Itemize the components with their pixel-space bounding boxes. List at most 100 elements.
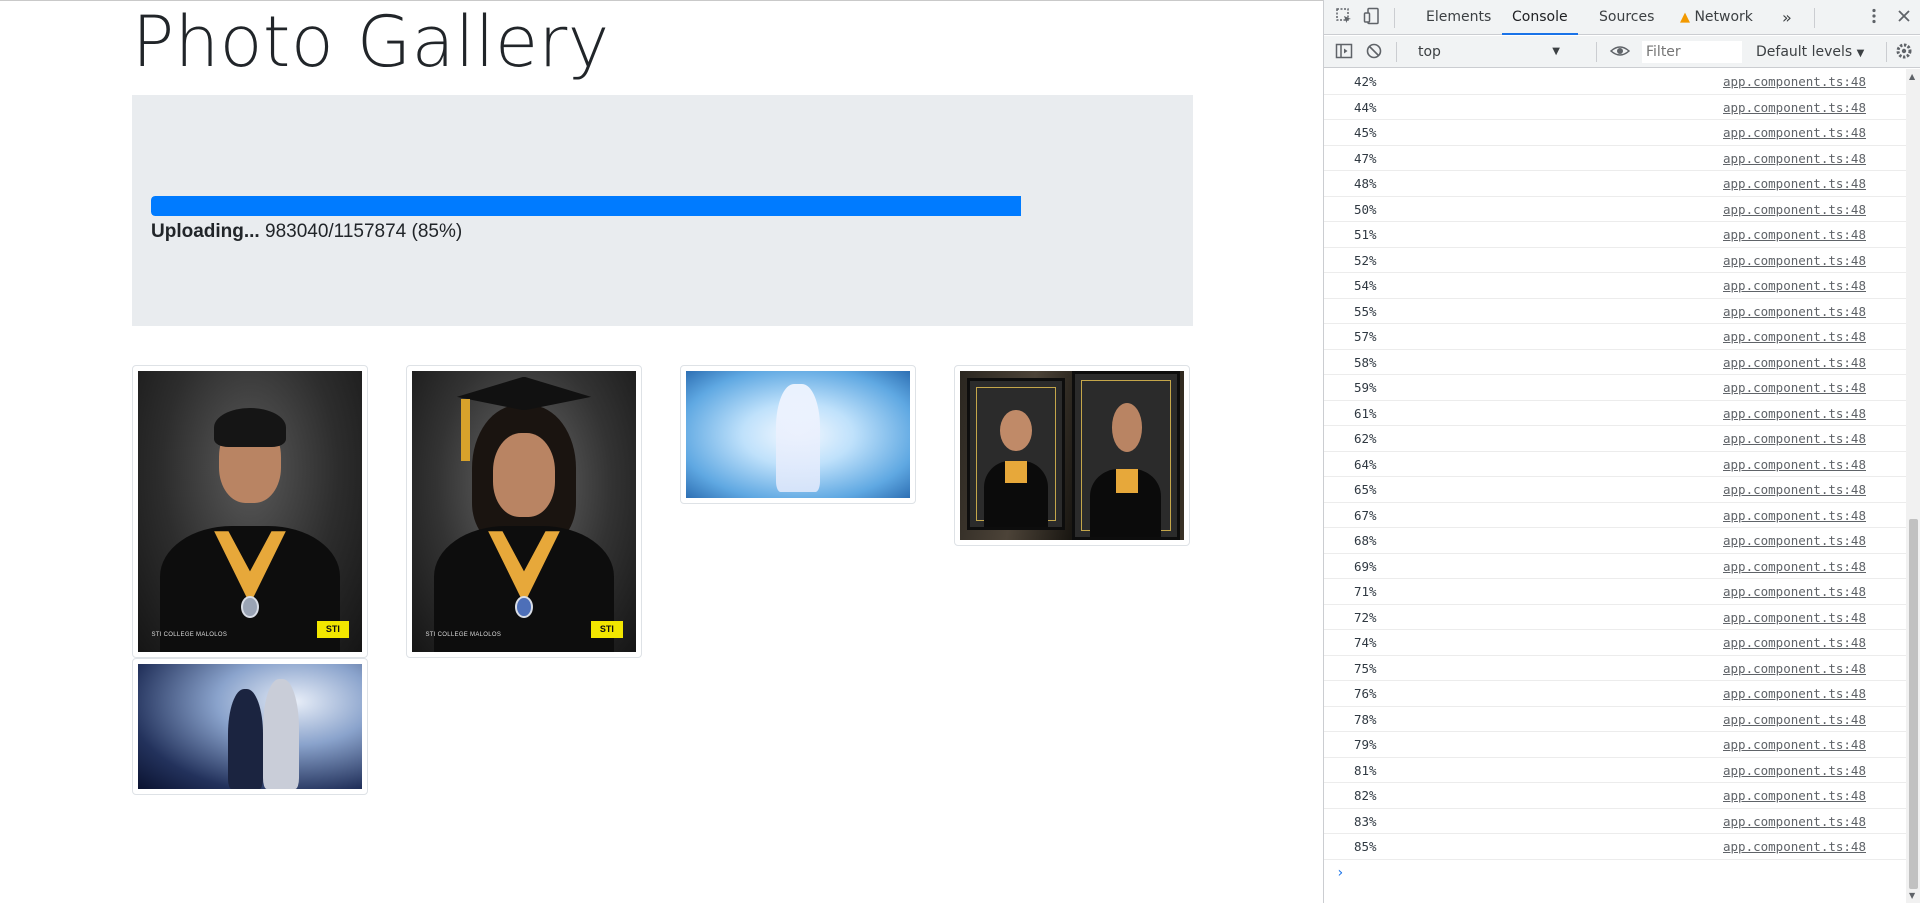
console-log-row: 47% app.component.ts:48 [1324,146,1906,171]
console-log-source-link[interactable]: app.component.ts:48 [1723,528,1866,553]
photo-image [686,371,910,498]
console-log-source-link[interactable]: app.component.ts:48 [1723,707,1866,732]
console-log-row: 64% app.component.ts:48 [1324,452,1906,477]
tab-sources[interactable]: Sources [1599,0,1654,35]
console-log-source-link[interactable]: app.component.ts:48 [1723,401,1866,426]
console-log-source-link[interactable]: app.component.ts:48 [1723,809,1866,834]
tab-network[interactable]: ▲ Network [1680,0,1753,35]
console-log-row: 48% app.component.ts:48 [1324,171,1906,197]
close-icon[interactable] [1894,7,1914,27]
console-log-message: 47% [1354,150,1377,166]
gallery-photo[interactable] [680,365,916,504]
chevron-down-icon: ▼ [1856,48,1865,59]
console-log-message: 57% [1354,329,1377,344]
console-log-message: 69% [1354,558,1377,574]
console-log-message: 61% [1354,405,1377,421]
scrollbar-thumb[interactable] [1909,519,1918,889]
scroll-up-icon[interactable]: ▲ [1909,72,1915,81]
upload-status-detail: 983040/1157874 (85%) [265,221,463,242]
console-log-row: 54% app.component.ts:48 [1324,273,1906,299]
console-log-row: 42% app.component.ts:48 [1324,69,1906,95]
console-log-row: 78% app.component.ts:48 [1324,707,1906,732]
console-log-source-link[interactable]: app.component.ts:48 [1723,758,1866,783]
console-log-source-link[interactable]: app.component.ts:48 [1723,605,1866,630]
console-log-source-link[interactable]: app.component.ts:48 [1723,426,1866,451]
gallery-photo[interactable] [132,658,368,795]
console-log-row: 59% app.component.ts:48 [1324,375,1906,401]
console-log-message: 72% [1354,609,1377,625]
console-log-source-link[interactable]: app.component.ts:48 [1723,579,1866,604]
scroll-down-icon[interactable]: ▼ [1909,891,1915,900]
console-log-row: 68% app.component.ts:48 [1324,528,1906,554]
tab-elements[interactable]: Elements [1426,0,1491,35]
console-log-source-link[interactable]: app.component.ts:48 [1723,69,1866,94]
console-log-row: 74% app.component.ts:48 [1324,630,1906,656]
console-prompt[interactable]: › [1324,860,1906,886]
console-log-source-link[interactable]: app.component.ts:48 [1723,783,1866,808]
log-levels-dropdown[interactable]: Default levels ▼ [1756,41,1864,63]
more-tabs-icon[interactable]: » [1782,0,1792,35]
console-log-message: 42% [1354,74,1377,89]
console-log-row: 82% app.component.ts:48 [1324,783,1906,809]
console-scrollbar[interactable]: ▲ ▼ [1906,69,1920,903]
eye-icon[interactable] [1609,42,1631,62]
console-log-message: 45% [1354,125,1377,140]
console-log-source-link[interactable]: app.component.ts:48 [1723,834,1866,859]
gallery-photo[interactable] [954,365,1190,546]
console-log-source-link[interactable]: app.component.ts:48 [1723,299,1866,324]
gallery-photo[interactable]: STI COLLEGE MALOLOS STI [406,365,642,658]
console-log-source-link[interactable]: app.component.ts:48 [1723,248,1866,273]
console-log-row: 51% app.component.ts:48 [1324,222,1906,248]
console-output: 42% app.component.ts:48 44% app.component.t… [1324,69,1906,903]
console-log-message: 44% [1354,99,1377,115]
sidebar-toggle-icon[interactable] [1334,42,1354,62]
console-log-source-link[interactable]: app.component.ts:48 [1723,681,1866,706]
console-log-message: 85% [1354,839,1377,854]
console-log-source-link[interactable]: app.component.ts:48 [1723,503,1866,528]
console-log-source-link[interactable]: app.component.ts:48 [1723,146,1866,171]
settings-gear-icon[interactable] [1894,42,1914,62]
console-log-source-link[interactable]: app.component.ts:48 [1723,222,1866,247]
console-toolbar: top ▼ Default levels ▼ [1324,36,1920,68]
console-log-row: 83% app.component.ts:48 [1324,809,1906,834]
console-log-source-link[interactable]: app.component.ts:48 [1723,197,1866,222]
console-log-source-link[interactable]: app.component.ts:48 [1723,95,1866,120]
console-log-source-link[interactable]: app.component.ts:48 [1723,732,1866,757]
device-toolbar-icon[interactable] [1362,7,1382,27]
console-log-source-link[interactable]: app.component.ts:48 [1723,452,1866,477]
menu-kebab-icon[interactable] [1864,7,1884,27]
console-log-source-link[interactable]: app.component.ts:48 [1723,477,1866,502]
photo-image: STI COLLEGE MALOLOS STI [412,371,636,652]
console-log-message: 52% [1354,252,1377,268]
console-log-source-link[interactable]: app.component.ts:48 [1723,120,1866,145]
context-select[interactable]: top ▼ [1414,41,1564,63]
console-log-row: 67% app.component.ts:48 [1324,503,1906,528]
console-log-source-link[interactable]: app.component.ts:48 [1723,630,1866,655]
console-log-source-link[interactable]: app.component.ts:48 [1723,324,1866,349]
console-log-message: 65% [1354,482,1377,497]
console-log-message: 48% [1354,176,1377,191]
console-log-row: 81% app.component.ts:48 [1324,758,1906,783]
photo-caption: STI COLLEGE MALOLOS [151,631,228,638]
console-log-source-link[interactable]: app.component.ts:48 [1723,273,1866,298]
console-log-message: 75% [1354,660,1377,676]
upload-progress-bar [151,196,1174,216]
school-logo: STI [591,621,623,638]
console-log-source-link[interactable]: app.component.ts:48 [1723,350,1866,375]
console-log-source-link[interactable]: app.component.ts:48 [1723,656,1866,681]
console-log-source-link[interactable]: app.component.ts:48 [1723,554,1866,579]
console-log-message: 55% [1354,303,1377,319]
console-log-row: 52% app.component.ts:48 [1324,248,1906,273]
tab-console[interactable]: Console [1502,0,1578,35]
photo-image [960,371,1184,540]
log-levels-label: Default levels [1756,44,1853,60]
console-filter-input[interactable] [1642,41,1742,63]
console-log-message: 68% [1354,533,1377,548]
clear-console-icon[interactable] [1364,42,1384,62]
console-log-message: 78% [1354,711,1377,727]
inspect-element-icon[interactable] [1334,7,1354,27]
gallery-photo[interactable]: STI COLLEGE MALOLOS STI [132,365,368,658]
photo-image [138,664,362,789]
console-log-source-link[interactable]: app.component.ts:48 [1723,375,1866,400]
console-log-source-link[interactable]: app.component.ts:48 [1723,171,1866,196]
